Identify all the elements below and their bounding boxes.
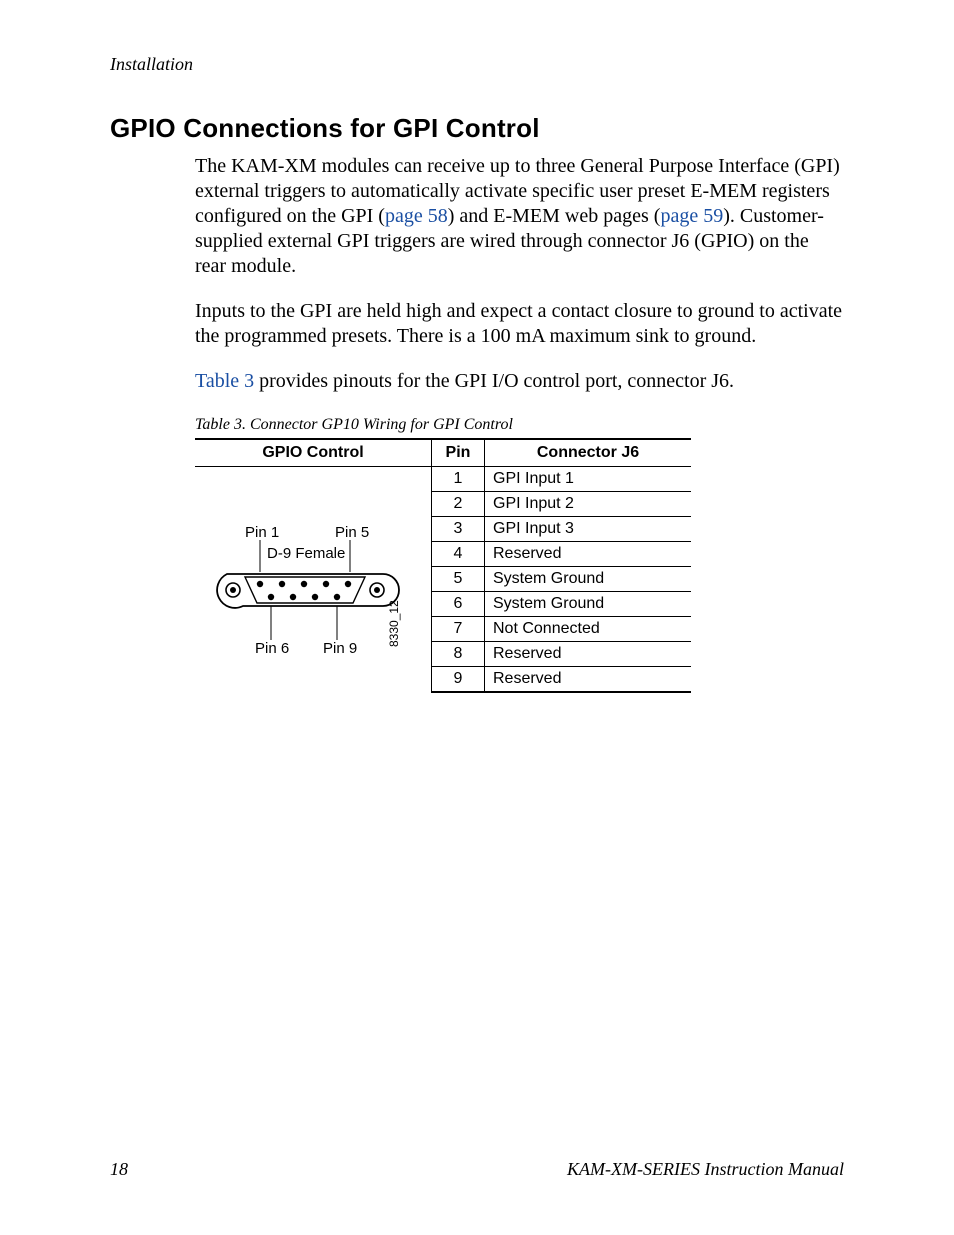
table-cell-desc: Not Connected (485, 617, 692, 642)
table-cell-desc: GPI Input 2 (485, 492, 692, 517)
table-header-row: GPIO Control Pin Connector J6 (195, 439, 691, 467)
running-header: Installation (110, 54, 844, 75)
table-cell-desc: Reserved (485, 542, 692, 567)
table-cell-desc: GPI Input 3 (485, 517, 692, 542)
paragraph-2: Inputs to the GPI are held high and expe… (195, 299, 844, 349)
table-cell-pin: 3 (432, 517, 485, 542)
footer-title: KAM-XM-SERIES Instruction Manual (567, 1159, 844, 1180)
d9-connector-diagram: Pin 1 Pin 5 D-9 Female (203, 482, 423, 677)
label-pin-9: Pin 9 (323, 640, 357, 657)
table-cell-desc: GPI Input 1 (485, 467, 692, 492)
paragraph-1: The KAM-XM modules can receive up to thr… (195, 154, 844, 279)
table-cell-pin: 4 (432, 542, 485, 567)
para3-rest: provides pinouts for the GPI I/O control… (254, 370, 734, 392)
table-cell-pin: 1 (432, 467, 485, 492)
table-cell-pin: 8 (432, 642, 485, 667)
label-drawing-code: 8330_12 (387, 600, 401, 647)
table-cell-pin: 9 (432, 667, 485, 693)
table-header-connector: Connector J6 (485, 439, 692, 467)
paragraph-3: Table 3 provides pinouts for the GPI I/O… (195, 369, 844, 394)
link-page-59[interactable]: page 59 (660, 205, 723, 227)
table-row: Pin 1 Pin 5 D-9 Female (195, 467, 691, 492)
table-caption: Table 3. Connector GP10 Wiring for GPI C… (195, 416, 844, 434)
page-number: 18 (110, 1159, 128, 1180)
table-cell-pin: 5 (432, 567, 485, 592)
table-header-gpio: GPIO Control (195, 439, 432, 467)
table-cell-pin: 2 (432, 492, 485, 517)
pinout-table: GPIO Control Pin Connector J6 Pin 1 Pin … (195, 438, 691, 693)
table-cell-desc: Reserved (485, 667, 692, 693)
diagram-cell: Pin 1 Pin 5 D-9 Female (195, 467, 432, 693)
link-table-3[interactable]: Table 3 (195, 370, 254, 392)
table-cell-desc: System Ground (485, 592, 692, 617)
d9-connector-icon (203, 482, 423, 677)
table-cell-desc: Reserved (485, 642, 692, 667)
link-page-58[interactable]: page 58 (385, 205, 448, 227)
label-pin-6: Pin 6 (255, 640, 289, 657)
table-cell-pin: 6 (432, 592, 485, 617)
para1-text-b: ) and E-MEM web pages ( (448, 205, 661, 227)
section-heading: GPIO Connections for GPI Control (110, 113, 844, 144)
table-cell-pin: 7 (432, 617, 485, 642)
table-cell-desc: System Ground (485, 567, 692, 592)
table-header-pin: Pin (432, 439, 485, 467)
